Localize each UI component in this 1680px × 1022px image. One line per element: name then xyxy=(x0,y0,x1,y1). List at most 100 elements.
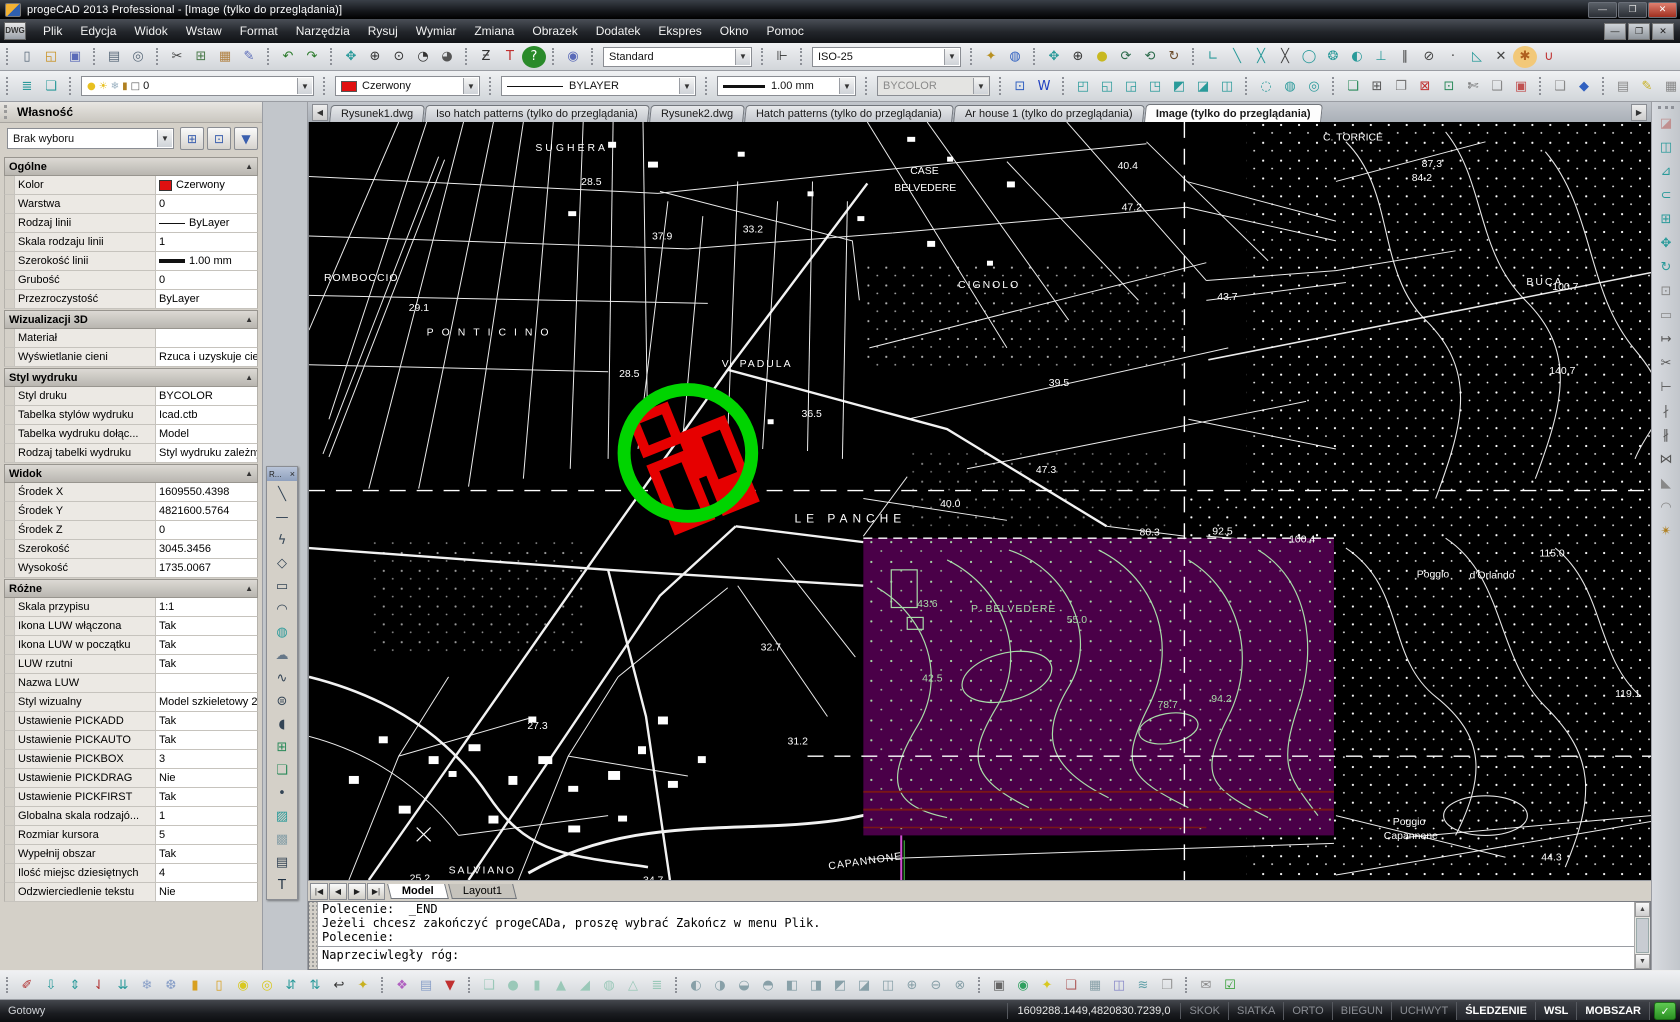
snap-midpoint-icon[interactable]: ╳ xyxy=(1249,46,1273,68)
layer-match-icon[interactable]: ✐ xyxy=(15,974,39,996)
draw-palette-header[interactable]: R... × xyxy=(267,467,297,481)
property-value[interactable]: Tak xyxy=(156,712,257,730)
first-tab-button[interactable]: |◀ xyxy=(310,883,328,900)
pan-realtime-icon[interactable]: ✥ xyxy=(1042,46,1066,68)
raster-image-region[interactable] xyxy=(863,538,1334,835)
ellipse-icon[interactable]: ⊜ xyxy=(270,690,294,713)
view-back-icon[interactable]: ◪ xyxy=(1191,75,1215,97)
chevron-down-icon[interactable]: ▼ xyxy=(735,49,750,65)
solid-wedge-icon[interactable]: ◢ xyxy=(573,974,597,996)
edit-attributes-icon[interactable]: ✎ xyxy=(1635,75,1659,97)
offset-icon[interactable]: ⊂ xyxy=(1654,183,1678,207)
layer-on-icon[interactable]: ◉ xyxy=(231,974,255,996)
snap-perpendicular-icon[interactable]: ⊥ xyxy=(1369,46,1393,68)
solid-cylinder-icon[interactable]: ▮ xyxy=(525,974,549,996)
property-value[interactable] xyxy=(156,329,257,347)
menu-plik[interactable]: Plik xyxy=(34,21,71,41)
mdi-minimize-button[interactable]: — xyxy=(1604,23,1626,40)
property-value[interactable]: 0 xyxy=(156,195,257,213)
layer-delete-icon[interactable]: ✦ xyxy=(351,974,375,996)
stretch-icon[interactable]: ▭ xyxy=(1654,303,1678,327)
layer-thaw-icon[interactable]: ◎ xyxy=(255,974,279,996)
menu-okno[interactable]: Okno xyxy=(711,21,758,41)
block-create-icon[interactable]: ❏ xyxy=(1341,75,1365,97)
redo-icon[interactable]: ↷ xyxy=(300,46,324,68)
erase-icon[interactable]: ◪ xyxy=(1654,111,1678,135)
chevron-down-icon[interactable]: ▼ xyxy=(973,78,988,94)
property-value[interactable]: 1 xyxy=(156,233,257,251)
text-style-combo[interactable]: Standard▼ xyxy=(603,47,752,67)
publish-web-icon[interactable]: ◍ xyxy=(1003,46,1027,68)
menu-widok[interactable]: Widok xyxy=(125,21,176,41)
shell-icon[interactable]: ⊕ xyxy=(900,974,924,996)
property-value[interactable]: 1 xyxy=(156,807,257,825)
snap-intersection-icon[interactable]: ╳ xyxy=(1273,46,1297,68)
line-icon[interactable]: ╲ xyxy=(270,483,294,506)
mirror-icon[interactable]: ⊿ xyxy=(1654,159,1678,183)
subtract-icon[interactable]: ◑ xyxy=(708,974,732,996)
explode-icon[interactable]: ✴ xyxy=(1654,519,1678,543)
map-canvas[interactable]: SUGHERA28.5CASEBELVEDEREC. TORRICE40.447… xyxy=(309,122,1651,880)
collapse-icon[interactable]: ▲ xyxy=(245,584,253,593)
snap-quadrant-icon[interactable]: ❂ xyxy=(1321,46,1345,68)
insert-block-icon[interactable]: ⊞ xyxy=(270,736,294,759)
zoom-window-icon[interactable]: ◔ xyxy=(411,46,435,68)
status-toggle-skok[interactable]: SKOK xyxy=(1181,1002,1229,1020)
etransmit-icon[interactable]: ✉ xyxy=(1194,974,1218,996)
render-icon[interactable]: ◉ xyxy=(1011,974,1035,996)
linetype-combo[interactable]: BYLAYER▼ xyxy=(501,76,696,96)
chamfer-icon[interactable]: ◣ xyxy=(1654,471,1678,495)
plotstyle-combo[interactable]: BYCOLOR▼ xyxy=(877,76,990,96)
select-window-icon[interactable]: ⊡ xyxy=(1008,75,1032,97)
layout-tab-layout1[interactable]: Layout1 xyxy=(448,884,517,899)
dim-style-combo[interactable]: ISO-25▼ xyxy=(812,47,961,67)
collapse-icon[interactable]: ▲ xyxy=(245,469,253,478)
mapping-icon[interactable]: ▦ xyxy=(1083,974,1107,996)
menu-edycja[interactable]: Edycja xyxy=(71,21,125,41)
trim-icon[interactable]: ✂ xyxy=(1654,351,1678,375)
table-insert-icon[interactable]: ▦ xyxy=(1659,75,1680,97)
panel-grip[interactable] xyxy=(4,105,11,119)
property-value[interactable]: 3 xyxy=(156,750,257,768)
toolbar-grip[interactable] xyxy=(1658,106,1675,109)
menu-narzędzia[interactable]: Narzędzia xyxy=(287,21,359,41)
paste-icon[interactable]: ▦ xyxy=(213,46,237,68)
snap-settings-icon[interactable]: ✱ xyxy=(1513,46,1537,68)
hatch-icon[interactable]: ▨ xyxy=(270,805,294,828)
color-combo[interactable]: Czerwony▼ xyxy=(335,76,480,96)
section-header-styl-wydruku[interactable]: Styl wydruku▲ xyxy=(4,368,258,387)
property-value[interactable]: 1735.0067 xyxy=(156,559,257,577)
property-value[interactable]: Rzuca i uzyskuje cienie xyxy=(156,348,257,366)
snap-node-icon[interactable]: · xyxy=(1441,46,1465,68)
property-value[interactable]: 1.00 mm xyxy=(156,252,257,270)
new-dimension-icon[interactable]: ✦ xyxy=(979,46,1003,68)
match-properties-icon[interactable]: ✎ xyxy=(237,46,261,68)
menu-dodatek[interactable]: Dodatek xyxy=(587,21,650,41)
circle-icon[interactable]: ◍ xyxy=(270,621,294,644)
block-edit-icon[interactable]: ⊡ xyxy=(1437,75,1461,97)
spline-icon[interactable]: ∿ xyxy=(270,667,294,690)
save-file-icon[interactable]: ▣ xyxy=(63,46,87,68)
property-value[interactable]: Nie xyxy=(156,769,257,787)
snap-center-icon[interactable]: ◯ xyxy=(1297,46,1321,68)
block-trim-icon[interactable]: ✄ xyxy=(1461,75,1485,97)
open-file-icon[interactable]: ◱ xyxy=(39,46,63,68)
chevron-down-icon[interactable]: ▼ xyxy=(944,49,959,65)
property-value[interactable]: ByLayer xyxy=(156,290,257,308)
property-value[interactable]: 4821600.5764 xyxy=(156,502,257,520)
move-icon[interactable]: ✥ xyxy=(1654,231,1678,255)
menu-wymiar[interactable]: Wymiar xyxy=(407,21,466,41)
prev-tab-button[interactable]: ◀ xyxy=(329,883,347,900)
section-header-wizualizacji-3d[interactable]: Wizualizacji 3D▲ xyxy=(4,310,258,329)
property-value[interactable]: Tak xyxy=(156,731,257,749)
solid-torus-icon[interactable]: ◍ xyxy=(597,974,621,996)
extrude-face-icon[interactable]: ◓ xyxy=(756,974,780,996)
layer-merge-icon[interactable]: ↩ xyxy=(327,974,351,996)
collapse-icon[interactable]: ▲ xyxy=(245,373,253,382)
zoom-dynamic-icon[interactable]: ⊙ xyxy=(387,46,411,68)
plot-style-toggle-icon[interactable]: Ƶ xyxy=(474,46,498,68)
copy-icon[interactable]: ⊞ xyxy=(189,46,213,68)
property-value[interactable]: Styl wydruku zależny od... xyxy=(156,444,257,462)
section-header-widok[interactable]: Widok▲ xyxy=(4,464,258,483)
orbit-sphere-icon[interactable]: ● xyxy=(1090,46,1114,68)
